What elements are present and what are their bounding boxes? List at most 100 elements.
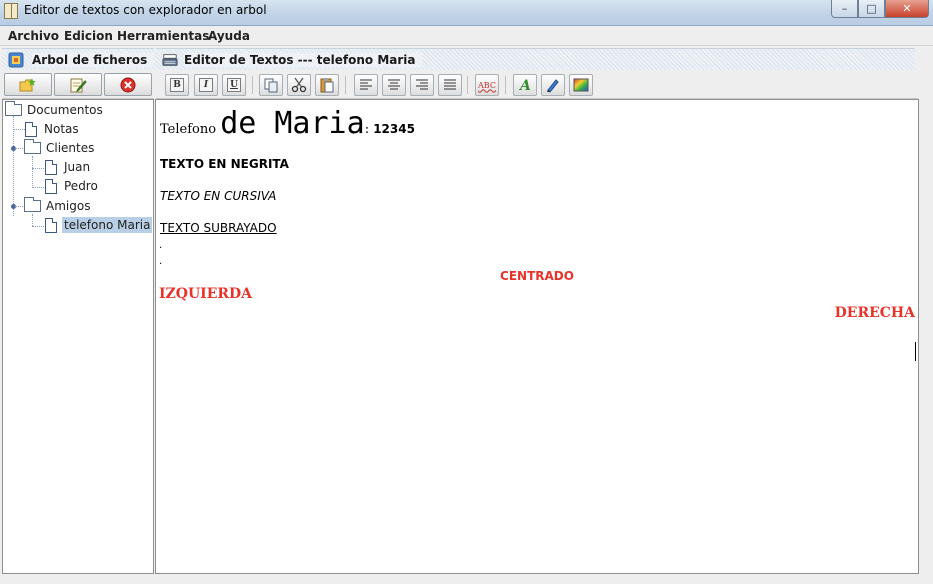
folder-icon — [5, 101, 22, 116]
cut-icon — [291, 77, 307, 93]
separator — [467, 76, 468, 94]
menu-herramientas[interactable]: Herramientas — [117, 29, 209, 43]
document-icon — [45, 159, 57, 175]
tree-node-amigos[interactable]: Amigos — [24, 197, 92, 215]
tree-node-pedro[interactable]: Pedro — [45, 177, 100, 195]
bold-button[interactable]: B — [165, 74, 189, 96]
left-aligned-text: IZQUIERDA — [159, 286, 253, 302]
tree-label: Notas — [44, 122, 79, 136]
highlight-icon — [547, 79, 559, 93]
editor-title: Editor de Textos --- telefono Maria — [184, 53, 422, 67]
bold-label: B — [170, 78, 184, 92]
tree-connector — [32, 214, 33, 226]
text-cursor — [915, 342, 916, 361]
align-center-button[interactable] — [382, 74, 406, 96]
tree-connector — [32, 156, 33, 188]
font-color-icon: A — [518, 78, 531, 93]
tree-label: Documentos — [27, 103, 103, 117]
align-left-button[interactable] — [354, 74, 378, 96]
edit-icon — [70, 78, 87, 92]
highlight-button[interactable] — [541, 74, 565, 96]
minimize-button[interactable]: – — [831, 0, 858, 18]
color-palette-button[interactable] — [569, 74, 593, 96]
font-color-button[interactable]: A — [513, 74, 537, 96]
bold-text: TEXTO EN NEGRITA — [160, 157, 289, 171]
phone-number: 12345 — [373, 122, 415, 136]
menu-edicion[interactable]: Edicion — [64, 29, 113, 43]
delete-icon — [120, 77, 136, 92]
svg-text:A: A — [518, 78, 531, 93]
spellcheck-icon: ABC — [478, 80, 496, 90]
file-tree-title: Arbol de ficheros — [32, 53, 154, 67]
menu-ayuda[interactable]: Ayuda — [208, 29, 250, 43]
centered-text: CENTRADO — [500, 269, 574, 283]
folder-icon — [24, 197, 41, 212]
underline-label: U — [227, 78, 241, 92]
tree-label-selected: telefono Maria — [62, 217, 153, 233]
delete-button[interactable] — [104, 73, 152, 96]
align-left-icon — [360, 79, 372, 90]
italic-text: TEXTO EN CURSIVA — [160, 189, 277, 203]
menu-archivo[interactable]: Archivo — [8, 29, 59, 43]
align-justify-icon — [444, 79, 456, 90]
underline-button[interactable]: U — [222, 74, 246, 96]
file-tree-header: Arbol de ficheros — [2, 48, 154, 70]
cut-button[interactable] — [287, 74, 311, 96]
tree-connector — [32, 168, 44, 169]
title-bar: Editor de textos con explorador en arbol… — [0, 0, 933, 26]
tree-label: Pedro — [64, 179, 98, 193]
color-palette-icon — [573, 78, 589, 92]
right-aligned-text: DERECHA — [834, 305, 915, 321]
status-bar — [0, 575, 933, 584]
separator — [505, 76, 506, 94]
italic-button[interactable]: I — [194, 74, 218, 96]
editor-header: Editor de Textos --- telefono Maria — [156, 48, 915, 70]
document-icon — [25, 121, 37, 137]
underline-text: TEXTO SUBRAYADO — [160, 221, 277, 235]
dot-text: . — [159, 240, 163, 251]
tree-label: Juan — [64, 160, 91, 174]
new-folder-button[interactable] — [4, 73, 52, 96]
typewriter-icon — [162, 54, 178, 66]
tree-toolbar — [2, 71, 154, 99]
paste-button[interactable] — [315, 74, 339, 96]
align-right-button[interactable] — [410, 74, 434, 96]
menu-bar: Archivo Edicion Herramientas Ayuda — [0, 26, 933, 46]
paste-icon — [320, 78, 334, 93]
tree-connector — [32, 187, 44, 188]
align-justify-button[interactable] — [438, 74, 462, 96]
dot-text: . — [159, 256, 163, 267]
align-right-icon — [416, 79, 428, 90]
file-tree: Documentos Notas Clientes Juan Pedro Ami… — [2, 99, 154, 574]
align-center-icon — [388, 79, 400, 90]
tree-connector — [13, 116, 14, 216]
editor-toolbar: B I U ABC A — [156, 71, 918, 99]
tree-node-telefono-maria[interactable]: telefono Maria — [45, 216, 153, 234]
phone-line: Telefono de Maria: 12345 — [160, 104, 415, 150]
tree-connector — [32, 226, 44, 227]
phone-label: Telefono — [160, 122, 221, 137]
new-folder-icon — [19, 77, 36, 91]
copy-button[interactable] — [259, 74, 283, 96]
separator — [345, 76, 346, 94]
edit-button[interactable] — [54, 73, 102, 96]
spellcheck-button[interactable]: ABC — [475, 74, 499, 96]
tree-connector — [15, 148, 23, 149]
tree-node-documentos[interactable]: Documentos — [5, 101, 105, 119]
app-book-icon — [4, 3, 18, 19]
tree-node-juan[interactable]: Juan — [45, 158, 92, 176]
tree-label: Clientes — [46, 141, 95, 155]
file-tree-icon — [8, 52, 24, 68]
close-button[interactable]: ✕ — [885, 0, 929, 18]
separator — [252, 76, 253, 94]
tree-node-notas[interactable]: Notas — [25, 120, 81, 138]
tree-connector — [13, 129, 25, 130]
tree-node-clientes[interactable]: Clientes — [24, 139, 96, 157]
folder-icon — [24, 139, 41, 154]
italic-label: I — [199, 78, 213, 92]
tree-label: Amigos — [46, 199, 91, 213]
text-editor[interactable]: Telefono de Maria: 12345 TEXTO EN NEGRIT… — [155, 99, 919, 574]
window-controls: – □ ✕ — [831, 0, 929, 19]
document-icon — [45, 217, 57, 233]
maximize-button[interactable]: □ — [858, 0, 885, 18]
